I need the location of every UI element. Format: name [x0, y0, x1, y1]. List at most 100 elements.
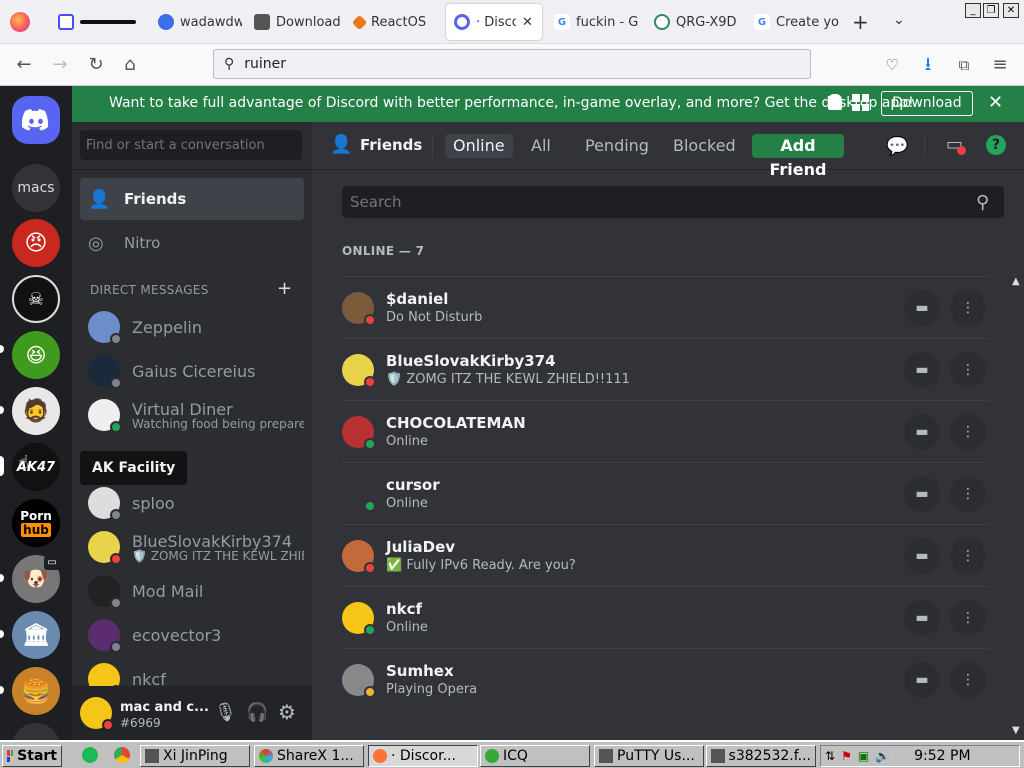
taskbar-item-3[interactable]: · Discor... [368, 745, 478, 767]
tab-discord[interactable]: · Discor ✕ [446, 4, 542, 40]
tray-arrows-icon[interactable]: ⇅ [825, 749, 835, 763]
tray-volume-icon[interactable]: 🔊 [875, 749, 890, 763]
scrollbar[interactable]: ▲ ▼ [1012, 276, 1022, 736]
download-icon[interactable]: ⭳ [916, 53, 940, 77]
tray-network-icon[interactable]: ▣ [858, 749, 869, 763]
more-options-icon[interactable]: ⋮ [950, 600, 986, 636]
tab-2[interactable]: wadawdw [150, 4, 242, 40]
dm-item[interactable]: BlueSlovakKirby374 🛡️ ZOMG ITZ THE KEWL Z… [80, 526, 304, 568]
add-friend-button[interactable]: Add Friend [752, 134, 844, 179]
mute-mic-icon[interactable]: 🎙 [214, 702, 237, 723]
tray-flag-icon[interactable]: ⚑ [841, 749, 852, 763]
minimize-window-button[interactable]: _ [965, 3, 981, 18]
server-red-icon[interactable]: 😠 [12, 219, 60, 267]
scroll-down-icon[interactable]: ▼ [1012, 725, 1020, 736]
start-button[interactable]: Start [2, 745, 62, 767]
new-group-dm-icon[interactable]: 💬 [886, 136, 908, 157]
more-options-icon[interactable]: ⋮ [950, 414, 986, 450]
tab-online[interactable]: Online [445, 134, 513, 158]
friend-row[interactable]: cursor Online ▬ ⋮ [342, 462, 988, 524]
tab-3[interactable]: Download [246, 4, 340, 40]
dm-item[interactable]: Gaius Cicereius [80, 350, 304, 392]
reload-icon[interactable]: ↻ [84, 53, 108, 77]
tab-4[interactable]: ReactOS [346, 4, 440, 40]
dm-item[interactable]: Mod Mail [80, 570, 304, 612]
more-options-icon[interactable]: ⋮ [950, 476, 986, 512]
server-dark-icon[interactable]: ☠ [12, 275, 60, 323]
close-tab-icon[interactable]: ✕ [522, 15, 533, 30]
chevron-down-icon[interactable]: ⌄ [893, 12, 905, 28]
server-peter-icon[interactable]: 🧔 [12, 387, 60, 435]
discord-home-icon[interactable] [12, 96, 60, 144]
settings-gear-icon[interactable]: ⚙ [278, 700, 296, 724]
message-icon[interactable]: ▬ [904, 538, 940, 574]
more-options-icon[interactable]: ⋮ [950, 538, 986, 574]
download-app-button[interactable]: Download [881, 91, 973, 116]
tab-pending[interactable]: Pending [577, 134, 657, 158]
message-icon[interactable]: ▬ [904, 414, 940, 450]
home-icon[interactable]: ⌂ [118, 53, 142, 77]
menu-icon[interactable]: ≡ [988, 53, 1012, 77]
firefox-icon[interactable] [10, 12, 30, 32]
server-palace-icon[interactable]: 🏛 [12, 611, 60, 659]
more-options-icon[interactable]: ⋮ [950, 662, 986, 698]
friend-row[interactable]: CHOCOLATEMAN Online ▬ ⋮ [342, 400, 988, 462]
friend-row[interactable]: nkcf Online ▬ ⋮ [342, 586, 988, 648]
friend-row[interactable]: JuliaDev ✅ Fully IPv6 Ready. Are you? ▬ ⋮ [342, 524, 988, 586]
chrome-icon[interactable] [114, 747, 130, 763]
extensions-icon[interactable]: ⧉ [952, 53, 976, 77]
help-icon[interactable]: ? [986, 135, 1006, 155]
friend-info: CHOCOLATEMAN Online [386, 414, 526, 449]
dm-item[interactable]: Virtual Diner Watching food being prepare… [80, 394, 304, 436]
status-dnd-icon [364, 313, 376, 326]
nitro-nav[interactable]: ◎ Nitro [80, 222, 304, 264]
dm-item[interactable]: Zeppelin [80, 306, 304, 348]
taskbar-item-5[interactable]: PuTTY Us... [594, 745, 704, 767]
more-options-icon[interactable]: ⋮ [950, 290, 986, 326]
tab-6[interactable]: G fuckin - G [546, 4, 640, 40]
message-icon[interactable]: ▬ [904, 600, 940, 636]
url-bar[interactable]: ⚲ ruiner [213, 49, 811, 79]
new-tab-icon[interactable]: + [852, 10, 869, 34]
message-icon[interactable]: ▬ [904, 662, 940, 698]
forward-icon[interactable]: → [48, 53, 72, 77]
user-avatar[interactable] [80, 697, 114, 731]
message-icon[interactable]: ▬ [904, 290, 940, 326]
headphones-icon[interactable]: 🎧 [246, 702, 268, 723]
server-macs[interactable]: macs [12, 164, 60, 212]
server-hub-icon[interactable]: Porn hub [12, 499, 60, 547]
friend-row[interactable]: Sumhex Playing Opera ▬ ⋮ [342, 648, 988, 710]
close-window-button[interactable]: ✕ [1003, 3, 1019, 18]
taskbar-item-1[interactable]: Xi JinPing [140, 745, 250, 767]
taskbar-item-4[interactable]: ICQ [480, 745, 590, 767]
tab-1[interactable] [50, 4, 146, 40]
restore-window-button[interactable]: ❐ [983, 3, 999, 18]
tab-7[interactable]: QRG-X9D [646, 4, 740, 40]
tab-blocked[interactable]: Blocked [665, 134, 744, 158]
url-text[interactable]: ruiner [244, 56, 286, 72]
server-burger-icon[interactable]: 🍔 [12, 667, 60, 715]
taskbar-item-2[interactable]: ShareX 1... [254, 745, 364, 767]
tab-all[interactable]: All [523, 134, 559, 158]
friends-nav[interactable]: 👤 Friends [80, 178, 304, 220]
find-conversation-input[interactable] [80, 130, 302, 160]
message-icon[interactable]: ▬ [904, 352, 940, 388]
scroll-up-icon[interactable]: ▲ [1012, 276, 1020, 287]
dm-item[interactable]: ecovector3 [80, 614, 304, 656]
tab-8[interactable]: G Create yo [746, 4, 840, 40]
message-icon[interactable]: ▬ [904, 476, 940, 512]
clock[interactable]: 9:52 PM [914, 748, 970, 764]
friend-row[interactable]: $daniel Do Not Disturb ▬ ⋮ [342, 276, 988, 338]
create-dm-icon[interactable]: + [277, 278, 292, 299]
quicklaunch-icon[interactable] [82, 747, 98, 763]
close-banner-icon[interactable]: ✕ [988, 92, 1003, 113]
more-options-icon[interactable]: ⋮ [950, 352, 986, 388]
friends-search-input[interactable] [342, 186, 1004, 218]
back-icon[interactable]: ← [12, 53, 36, 77]
pocket-icon[interactable]: ♡ [880, 53, 904, 77]
friend-row[interactable]: BlueSlovakKirby374 🛡️ ZOMG ITZ THE KEWL Z… [342, 338, 988, 400]
server-partial-icon[interactable] [12, 723, 60, 740]
dm-item[interactable]: sploo [80, 482, 304, 524]
taskbar-item-6[interactable]: s382532.f... [706, 745, 816, 767]
server-troll-icon[interactable]: 😆 [12, 331, 60, 379]
